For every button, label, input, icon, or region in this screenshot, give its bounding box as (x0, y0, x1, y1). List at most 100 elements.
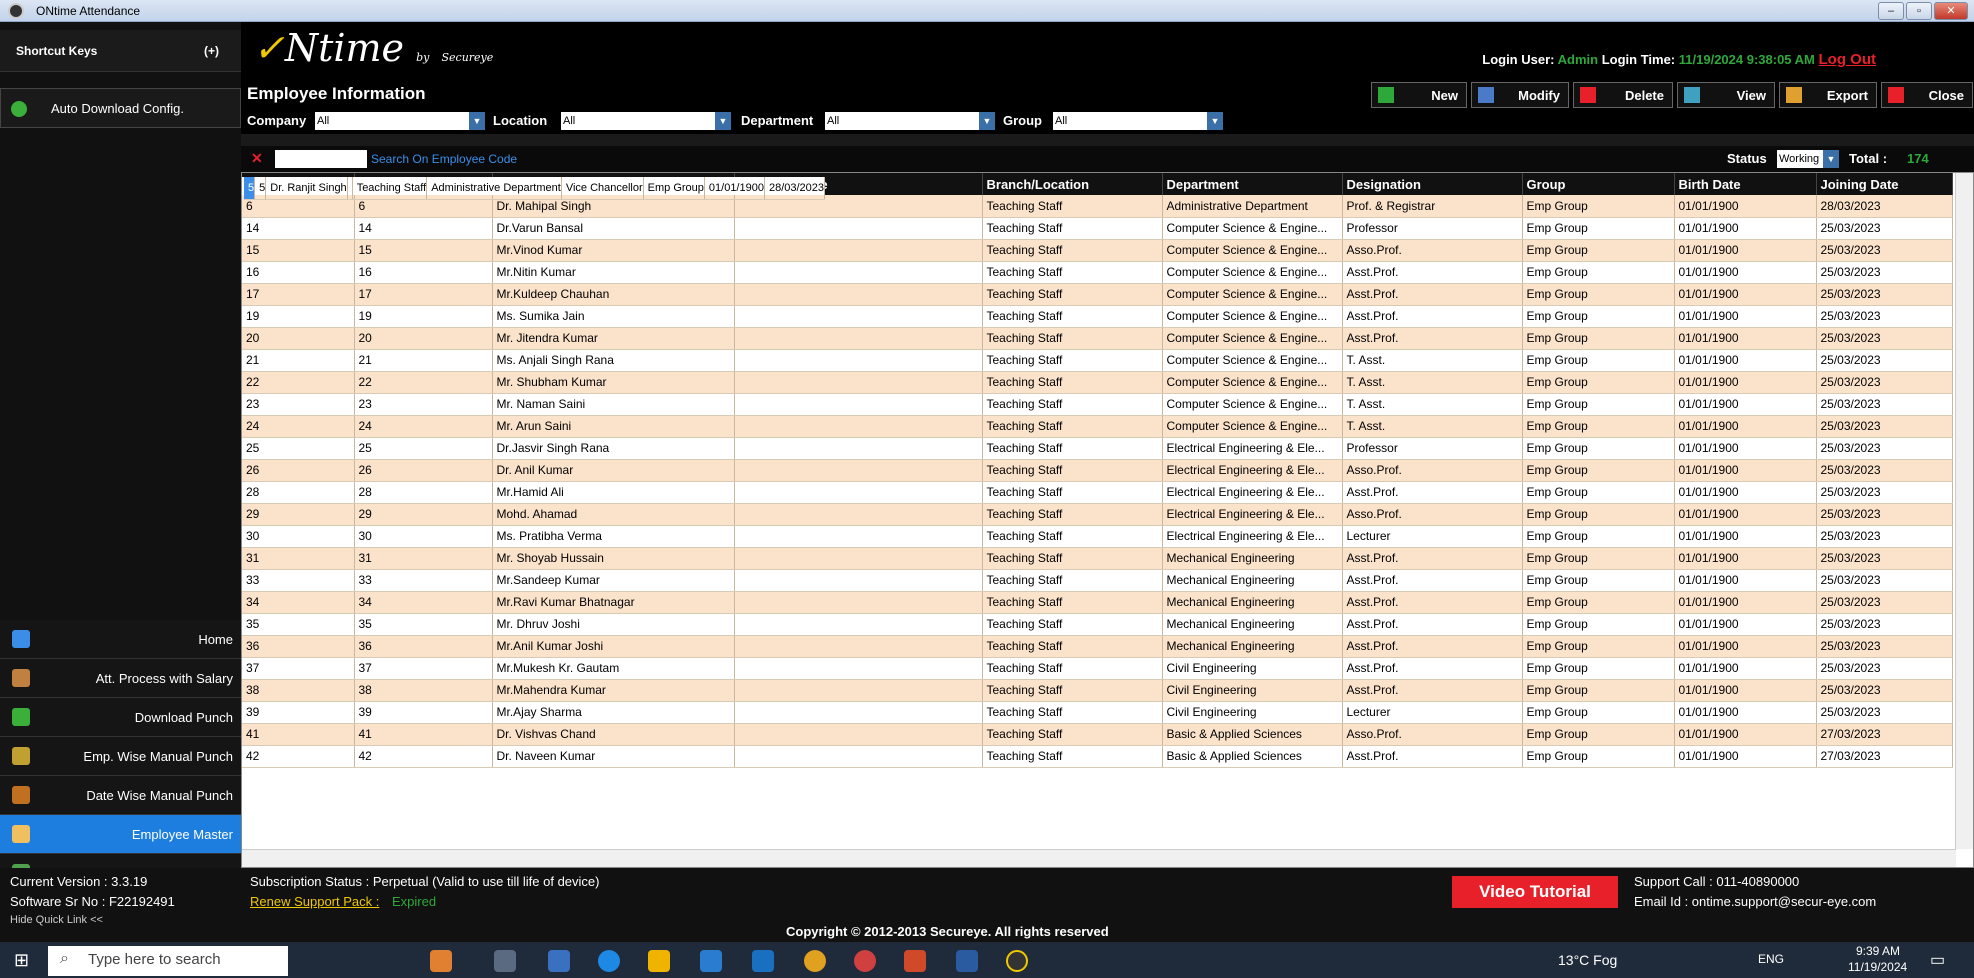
table-row[interactable]: 31 31 Mr. Shoyab Hussain Teaching Staff Mech… (242, 547, 1953, 570)
table-cell[interactable] (734, 701, 983, 724)
table-cell[interactable]: Emp Group (1522, 437, 1675, 460)
table-cell[interactable]: Administrative Department (1162, 195, 1343, 218)
table-cell[interactable]: 01/01/1900 (1674, 239, 1817, 262)
table-cell[interactable]: Asso.Prof. (1342, 239, 1523, 262)
table-cell[interactable]: 5 (254, 177, 267, 200)
table-cell[interactable]: Mr.Kuldeep Chauhan (492, 283, 735, 306)
table-cell[interactable]: 25/03/2023 (1816, 217, 1953, 240)
table-cell[interactable] (734, 349, 983, 372)
table-cell[interactable]: 01/01/1900 (1674, 459, 1817, 482)
table-cell[interactable]: Emp Group (1522, 613, 1675, 636)
close-button[interactable]: Close (1881, 82, 1973, 108)
table-cell[interactable] (734, 591, 983, 614)
table-cell[interactable]: 29 (354, 503, 493, 526)
table-cell[interactable]: 01/01/1900 (1674, 437, 1817, 460)
table-cell[interactable]: Computer Science & Engine... (1162, 305, 1343, 328)
table-row[interactable]: 21 21 Ms. Anjali Singh Rana Teaching Staff C… (242, 349, 1953, 372)
table-cell[interactable]: 27/03/2023 (1816, 723, 1953, 746)
table-cell[interactable]: 28/03/2023 (1816, 195, 1953, 218)
table-cell[interactable]: Computer Science & Engine... (1162, 283, 1343, 306)
table-cell[interactable]: 25 (242, 437, 355, 460)
table-cell[interactable]: 35 (354, 613, 493, 636)
table-cell[interactable]: Teaching Staff (982, 195, 1163, 218)
table-cell[interactable]: Teaching Staff (982, 525, 1163, 548)
table-cell[interactable]: 19 (242, 305, 355, 328)
table-cell[interactable] (734, 569, 983, 592)
table-cell[interactable]: 01/01/1900 (1674, 481, 1817, 504)
table-cell[interactable]: Teaching Staff (982, 371, 1163, 394)
column-header[interactable]: Joining Date (1816, 173, 1953, 195)
word-icon[interactable] (956, 950, 978, 972)
status-select[interactable]: Working ▼ (1777, 150, 1839, 168)
video-tutorial-button[interactable]: Video Tutorial (1452, 876, 1618, 908)
table-cell[interactable]: Ms. Pratibha Verma (492, 525, 735, 548)
clock-time[interactable]: 9:39 AM (1856, 944, 1900, 958)
table-cell[interactable]: 25/03/2023 (1816, 525, 1953, 548)
table-cell[interactable]: 01/01/1900 (1674, 525, 1817, 548)
table-cell[interactable]: 39 (242, 701, 355, 724)
table-cell[interactable]: Emp Group (1522, 261, 1675, 284)
table-cell[interactable]: Emp Group (1522, 547, 1675, 570)
table-cell[interactable] (734, 481, 983, 504)
table-cell[interactable]: Emp Group (1522, 283, 1675, 306)
table-cell[interactable]: 25/03/2023 (1816, 349, 1953, 372)
table-cell[interactable]: Mr.Mukesh Kr. Gautam (492, 657, 735, 680)
table-cell[interactable]: Emp Group (1522, 701, 1675, 724)
table-cell[interactable] (734, 459, 983, 482)
outlook-icon[interactable] (752, 950, 774, 972)
employee-code-search-input[interactable] (275, 150, 367, 168)
task-view-icon[interactable] (494, 950, 516, 972)
column-header[interactable]: Branch/Location (982, 173, 1163, 195)
table-cell[interactable]: 26 (354, 459, 493, 482)
table-cell[interactable]: 15 (242, 239, 355, 262)
table-cell[interactable]: Civil Engineering (1162, 701, 1343, 724)
table-cell[interactable]: 33 (354, 569, 493, 592)
table-cell[interactable]: Emp Group (1522, 745, 1675, 768)
table-cell[interactable]: Teaching Staff (982, 723, 1163, 746)
table-cell[interactable]: Teaching Staff (352, 177, 428, 200)
table-cell[interactable]: 25/03/2023 (1816, 635, 1953, 658)
column-header[interactable]: Department (1162, 173, 1343, 195)
delete-button[interactable]: Delete (1573, 82, 1673, 108)
table-row[interactable]: 5 5 Dr. Ranjit Singh Teaching Staff Administ… (242, 177, 826, 200)
table-cell[interactable]: Mr.Hamid Ali (492, 481, 735, 504)
table-cell[interactable]: Dr.Varun Bansal (492, 217, 735, 240)
table-cell[interactable]: Emp Group (643, 177, 705, 200)
table-cell[interactable] (734, 657, 983, 680)
table-cell[interactable]: 14 (354, 217, 493, 240)
table-cell[interactable]: 25/03/2023 (1816, 701, 1953, 724)
table-cell[interactable]: 33 (242, 569, 355, 592)
table-cell[interactable]: 25/03/2023 (1816, 657, 1953, 680)
table-cell[interactable]: Asst.Prof. (1342, 261, 1523, 284)
table-cell[interactable]: Emp Group (1522, 393, 1675, 416)
table-row[interactable]: 37 37 Mr.Mukesh Kr. Gautam Teaching Staff Ci… (242, 657, 1953, 680)
table-cell[interactable]: Emp Group (1522, 195, 1675, 218)
table-cell[interactable] (734, 679, 983, 702)
table-cell[interactable]: 25/03/2023 (1816, 547, 1953, 570)
table-cell[interactable]: Prof. & Registrar (1342, 195, 1523, 218)
table-cell[interactable]: Teaching Staff (982, 327, 1163, 350)
table-cell[interactable]: Computer Science & Engine... (1162, 415, 1343, 438)
table-cell[interactable]: Electrical Engineering & Ele... (1162, 525, 1343, 548)
table-cell[interactable]: Lecturer (1342, 525, 1523, 548)
table-cell[interactable]: 01/01/1900 (1674, 657, 1817, 680)
table-cell[interactable]: 30 (242, 525, 355, 548)
table-cell[interactable]: 35 (242, 613, 355, 636)
table-cell[interactable]: Teaching Staff (982, 437, 1163, 460)
table-cell[interactable]: 25/03/2023 (1816, 261, 1953, 284)
table-cell[interactable]: 37 (242, 657, 355, 680)
chrome-icon[interactable] (804, 950, 826, 972)
table-cell[interactable]: Asst.Prof. (1342, 481, 1523, 504)
table-cell[interactable] (734, 745, 983, 768)
table-cell[interactable]: Teaching Staff (982, 679, 1163, 702)
export-button[interactable]: Export (1779, 82, 1877, 108)
table-cell[interactable]: Electrical Engineering & Ele... (1162, 459, 1343, 482)
table-cell[interactable] (734, 239, 983, 262)
table-cell[interactable]: 20 (242, 327, 355, 350)
table-cell[interactable]: 25/03/2023 (1816, 327, 1953, 350)
table-row[interactable]: 20 20 Mr. Jitendra Kumar Teaching Staff Comp… (242, 327, 1953, 350)
file-explorer-icon[interactable] (648, 950, 670, 972)
table-cell[interactable]: 36 (354, 635, 493, 658)
table-cell[interactable]: 19 (354, 305, 493, 328)
table-cell[interactable]: Teaching Staff (982, 547, 1163, 570)
